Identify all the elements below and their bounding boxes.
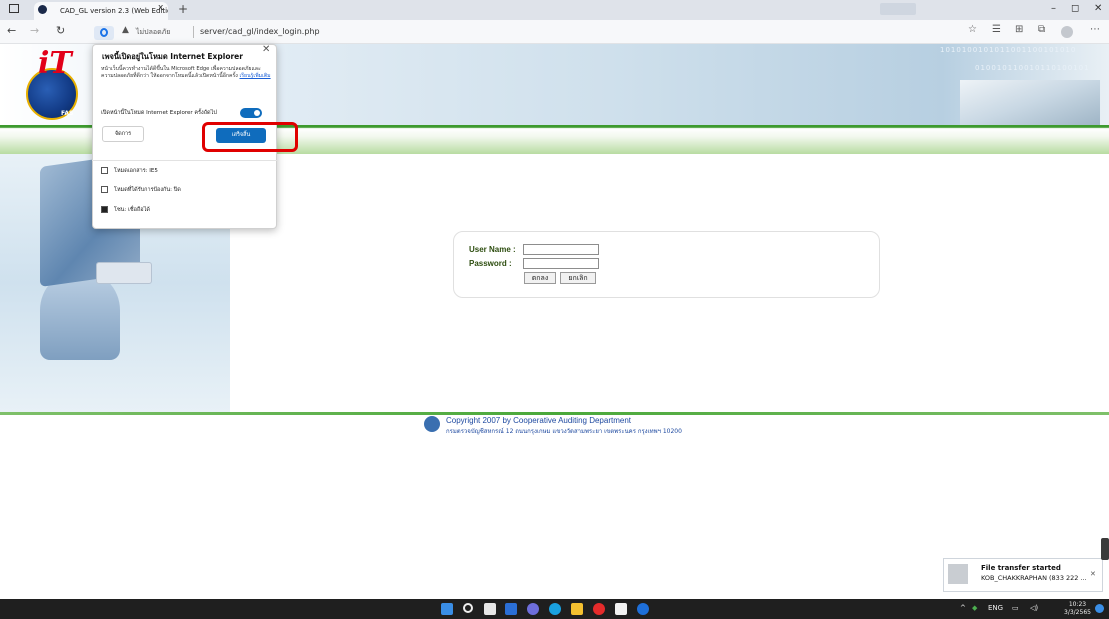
windows-start-icon[interactable] [441, 603, 453, 615]
task-view-icon[interactable] [484, 603, 496, 615]
collections-icon[interactable]: ⊞ [1015, 24, 1023, 35]
popup-title: เพจนี้เปิดอยู่ในโหมด Internet Explorer [102, 52, 243, 61]
notification-badge-icon[interactable] [1095, 604, 1104, 613]
tray-app-icon[interactable]: ◆ [972, 604, 977, 612]
network-icon[interactable]: ▭ [1012, 604, 1019, 612]
search-icon[interactable] [463, 603, 473, 613]
zone-item: โซน: เชื่อถือได้ [101, 206, 150, 214]
username-label: User Name : [469, 245, 516, 254]
popup-body: หน้าเว็บนี้ควรทำงานได้ดีขึ้นใน Microsoft… [101, 66, 271, 79]
restore-icon[interactable]: ◻ [1071, 3, 1079, 14]
username-input[interactable] [523, 244, 599, 255]
minimize-icon[interactable]: – [1051, 3, 1056, 14]
notification-close-icon[interactable]: ✕ [1090, 570, 1096, 578]
department-crest-icon [424, 416, 440, 432]
manage-button[interactable]: จัดการ [102, 126, 144, 142]
tab-close-icon[interactable]: x [158, 3, 163, 13]
system-clock[interactable]: 10:23 3/3/2565 [1064, 601, 1091, 617]
volume-icon[interactable]: ◁) [1030, 604, 1038, 612]
zone-icon [101, 206, 108, 213]
url-field[interactable]: server/cad_gl/index_login.php [200, 27, 320, 36]
footer-divider [0, 412, 1109, 415]
notification-title: File transfer started [981, 564, 1061, 572]
edge-icon[interactable] [549, 603, 561, 615]
cancel-button[interactable]: ยกเลิก [560, 272, 596, 284]
toggle-label: เปิดหน้านี้ในโหมด Internet Explorer ครั้… [101, 110, 217, 116]
file-explorer-icon[interactable] [571, 603, 583, 615]
login-panel [453, 231, 880, 298]
more-menu-icon[interactable]: ⋯ [1090, 24, 1100, 35]
security-status[interactable]: ไม่ปลอดภัย [136, 27, 170, 38]
shield-icon [101, 186, 108, 193]
profile-avatar[interactable] [1061, 26, 1073, 38]
copyright-text: Copyright 2007 by Cooperative Auditing D… [446, 416, 631, 425]
tab-favicon-icon [38, 5, 47, 14]
sidebar-toggle-icon[interactable] [9, 4, 19, 13]
logo-fas-text: FAS [61, 110, 74, 117]
browser-tab[interactable]: CAD_GL version 2.3 (Web Edition [34, 2, 168, 20]
logo-it-text: iT [38, 46, 72, 81]
binary-pattern: 1010100101011001100101010 [940, 46, 1077, 54]
red-highlight-box [202, 122, 298, 152]
tab-title: CAD_GL version 2.3 (Web Edition [60, 7, 168, 15]
close-window-icon[interactable]: ✕ [1094, 3, 1102, 14]
opera-icon[interactable] [593, 603, 605, 615]
notification-subtitle: KOB_CHAKKRAPHAN (833 222 ... [981, 574, 1087, 582]
popup-close-icon[interactable]: ✕ [262, 44, 270, 55]
window-tools-icon[interactable] [880, 3, 916, 15]
password-label: Password : [469, 259, 512, 268]
teamviewer-side-tab[interactable] [1101, 538, 1109, 560]
ie-mode-toggle[interactable] [240, 108, 262, 118]
chat-icon[interactable] [527, 603, 539, 615]
widgets-icon[interactable] [505, 603, 517, 615]
notepad-icon[interactable] [615, 603, 627, 615]
keyboard-image [96, 262, 152, 284]
document-icon [101, 167, 108, 174]
pen-document-image [960, 80, 1100, 125]
tray-chevron-icon[interactable]: ^ [960, 604, 966, 612]
favorite-add-icon[interactable]: ☆ [968, 24, 977, 35]
language-indicator[interactable]: ENG [988, 604, 1003, 612]
ok-button[interactable]: ตกลง [524, 272, 556, 284]
back-icon[interactable]: ← [7, 24, 16, 37]
document-mode-item: โหมดเอกสาร: IE5 [101, 167, 158, 175]
protected-mode-item: โหมดที่ได้รับการป้องกัน: ปิด [101, 186, 181, 194]
forward-icon: → [30, 24, 40, 37]
extensions-icon[interactable]: ⧉ [1038, 24, 1045, 35]
binary-pattern: 010010110010110100101 [975, 64, 1090, 72]
teamviewer-icon[interactable] [637, 603, 649, 615]
user-avatar-icon [948, 564, 968, 584]
new-tab-icon[interactable]: + [178, 2, 188, 16]
popup-divider [92, 160, 277, 161]
divider [193, 26, 194, 38]
address-text: กรมตรวจบัญชีสหกรณ์ 12 ถนนกรุงเกษม แขวงวั… [446, 428, 682, 435]
password-input[interactable] [523, 258, 599, 269]
refresh-icon[interactable]: ↻ [56, 24, 65, 37]
ie-mode-icon[interactable] [94, 26, 114, 40]
favorites-icon[interactable]: ☰ [992, 24, 1001, 35]
learn-more-link[interactable]: เรียนรู้เพิ่มเติม [240, 73, 271, 79]
warning-icon[interactable]: ▲ [122, 25, 129, 35]
